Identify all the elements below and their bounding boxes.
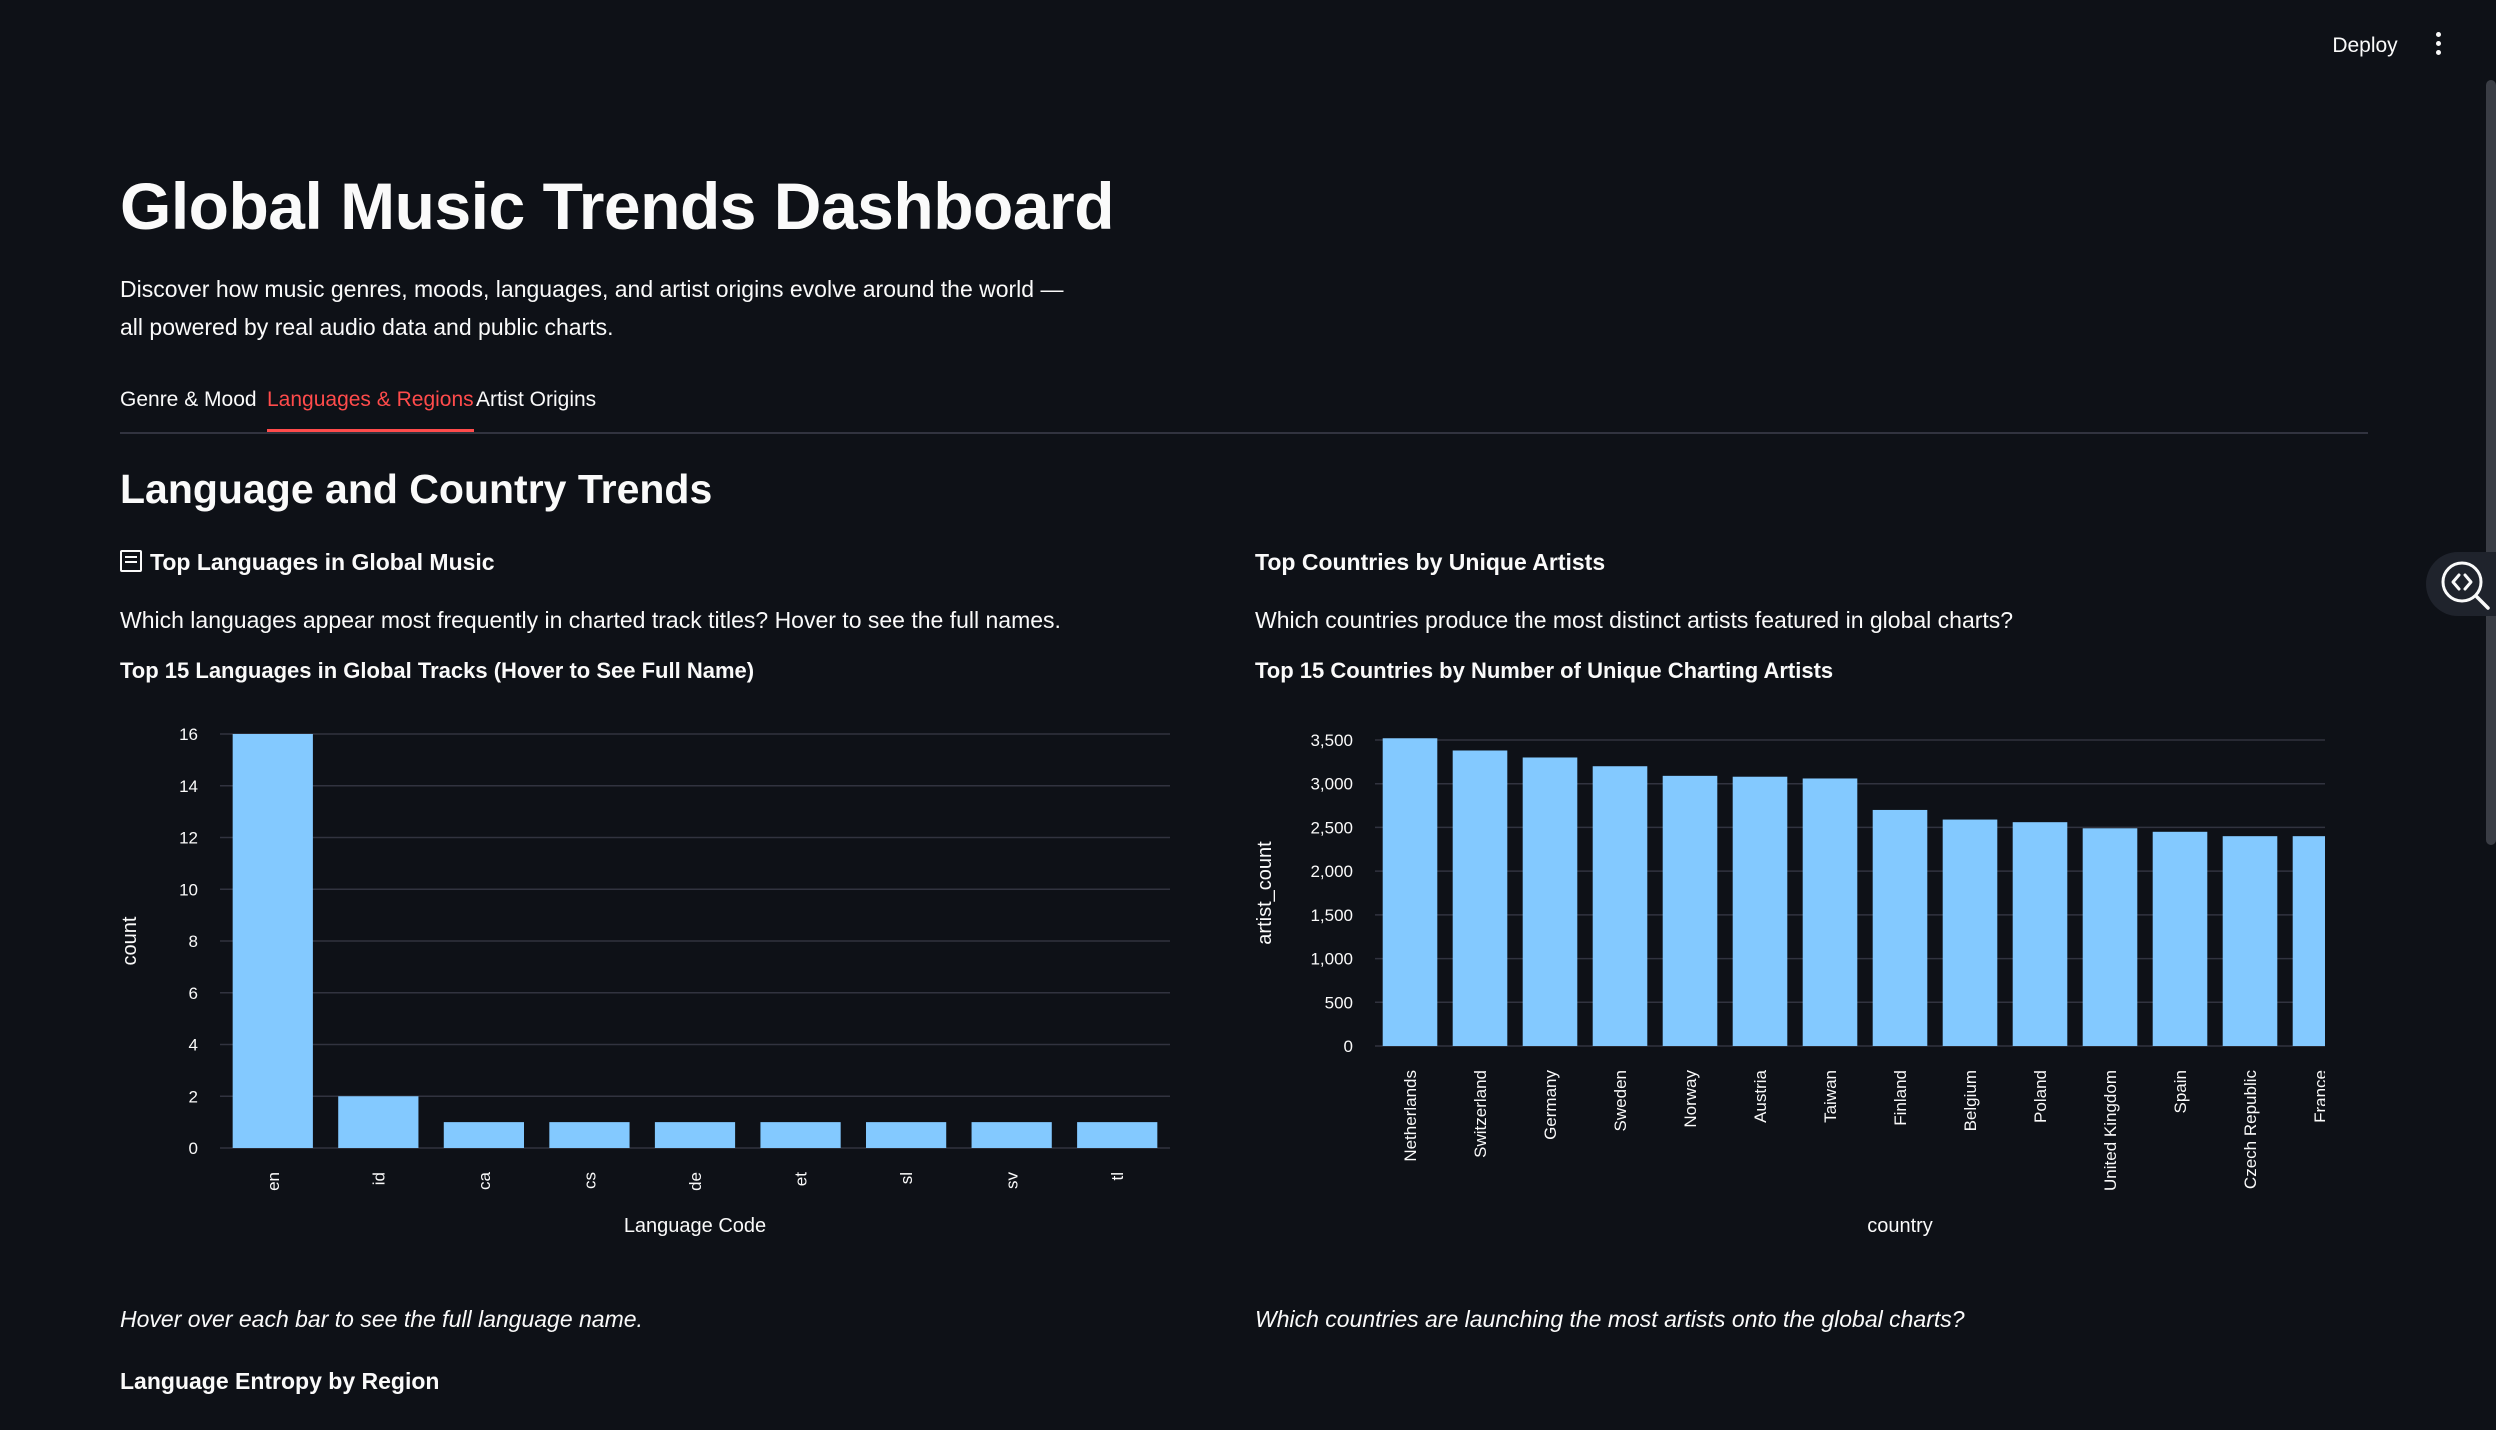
x-tick-label: Switzerland [1471,1070,1490,1158]
x-tick-label: en [264,1172,283,1191]
inspect-tool-button[interactable] [2426,552,2496,616]
bar[interactable] [760,1122,841,1148]
x-tick-label: Poland [2031,1070,2050,1123]
code-search-icon [2441,561,2490,610]
x-tick-label: tl [1108,1172,1127,1181]
y-tick-label: 500 [1325,993,1353,1012]
page-intro: Discover how music genres, moods, langua… [120,270,1080,346]
main-menu-icon[interactable] [2428,28,2448,64]
bar[interactable] [1662,775,1718,1046]
bar[interactable] [2222,836,2278,1046]
x-tick-label: Germany [1541,1070,1560,1140]
x-tick-label: United Kingdom [2101,1070,2120,1191]
x-tick-label: Finland [1891,1070,1910,1126]
bar[interactable] [2012,822,2068,1046]
section-heading: Language and Country Trends [120,466,713,512]
y-tick-label: 12 [179,829,198,848]
bar[interactable] [654,1122,736,1148]
x-tick-label: Spain [2171,1070,2190,1113]
y-axis-label: count [120,916,141,965]
y-axis-label: artist_count [1255,841,1276,945]
y-tick-label: 6 [189,984,198,1003]
x-tick-label: Netherlands [1401,1070,1420,1162]
bar[interactable] [2152,831,2208,1046]
x-tick-label: Norway [1681,1070,1700,1128]
x-axis-label: country [1867,1215,1933,1237]
y-tick-label: 2 [189,1087,198,1106]
x-tick-label: sv [1003,1172,1022,1190]
y-tick-label: 0 [1344,1037,1353,1056]
intro-line-1: Discover how music genres, moods, langua… [120,276,1064,302]
countries-bar-chart[interactable]: 0 500 1,000 1,500 2,000 2,500 3,000 3,500 Nether… [1255,720,2325,1240]
y-tick-label: 3,500 [1310,731,1353,750]
countries-question: Which countries produce the most distinc… [1255,607,2014,633]
y-tick-label: 8 [189,932,198,951]
bar[interactable] [549,1122,630,1148]
bar[interactable] [866,1122,947,1148]
bar[interactable] [1872,809,1928,1046]
x-tick-label: Austria [1751,1069,1770,1122]
x-axis-label: Language Code [624,1215,766,1237]
x-tick-label: de [686,1172,705,1191]
bar[interactable] [2292,836,2325,1046]
y-tick-label: 0 [189,1139,198,1158]
x-tick-label: Sweden [1611,1070,1630,1131]
y-tick-label: 16 [179,725,198,744]
y-tick-label: 4 [189,1036,198,1055]
app-header: Deploy [0,0,2496,92]
memo-icon [120,550,142,572]
countries-subheading: Top Countries by Unique Artists [1255,549,1606,575]
bar[interactable] [971,1122,1052,1148]
bar[interactable] [1077,1122,1158,1148]
languages-question: Which languages appear most frequently i… [120,607,1061,633]
y-tick-label: 1,500 [1310,906,1353,925]
intro-line-2: all powered by real audio data and publi… [120,314,614,340]
languages-subheading: Top Languages in Global Music [120,540,1190,584]
x-tick-label: Taiwan [1821,1070,1840,1123]
x-tick-label: cs [580,1172,599,1189]
page-scrollbar[interactable] [2486,80,2496,845]
bar[interactable] [1942,819,1998,1046]
bar[interactable] [338,1096,419,1148]
countries-note: Which countries are launching the most a… [1255,1306,1965,1332]
x-tick-label: sl [897,1172,916,1184]
x-tick-label: Belgium [1961,1070,1980,1131]
bar[interactable] [2082,828,2138,1046]
y-tick-label: 2,500 [1310,818,1353,837]
x-tick-label: ca [475,1171,494,1190]
bar[interactable] [1452,750,1508,1046]
tab-languages-regions[interactable]: Languages & Regions [267,380,474,432]
bar[interactable] [443,1122,524,1148]
y-tick-label: 2,000 [1310,862,1353,881]
languages-column: Top Languages in Global Music Which lang… [120,540,1190,1237]
languages-bar-chart[interactable]: 0 2 4 6 8 10 12 14 16 en id ca cs de et sl sv tl Language … [120,720,1190,1240]
languages-chart-title: Top 15 Languages in Global Tracks (Hover… [120,658,755,683]
x-tick-label: et [792,1172,811,1186]
tab-bar: Genre & Mood Languages & Regions Artist … [120,380,2368,434]
bar[interactable] [1732,776,1788,1046]
tab-genre-mood[interactable]: Genre & Mood [120,380,257,430]
bar[interactable] [232,734,313,1148]
deploy-button[interactable]: Deploy [2322,30,2408,62]
tab-artist-origins[interactable]: Artist Origins [476,380,596,430]
x-tick-label: Czech Republic [2241,1070,2260,1190]
entropy-subheading: Language Entropy by Region [120,1368,440,1394]
countries-column: Top Countries by Unique Artists Which co… [1255,540,2325,1237]
languages-note: Hover over each bar to see the full lang… [120,1306,643,1332]
x-tick-label: id [369,1172,388,1185]
bar[interactable] [1382,738,1438,1046]
bar[interactable] [1592,766,1648,1046]
y-tick-label: 14 [179,777,198,796]
y-tick-label: 3,000 [1310,775,1353,794]
x-tick-label: France [2311,1070,2325,1123]
bar[interactable] [1802,778,1858,1046]
y-tick-label: 1,000 [1310,950,1353,969]
countries-chart-title: Top 15 Countries by Number of Unique Cha… [1255,658,1834,683]
page-title: Global Music Trends Dashboard [120,169,1115,243]
bar[interactable] [1522,757,1578,1046]
y-tick-label: 10 [179,880,198,899]
